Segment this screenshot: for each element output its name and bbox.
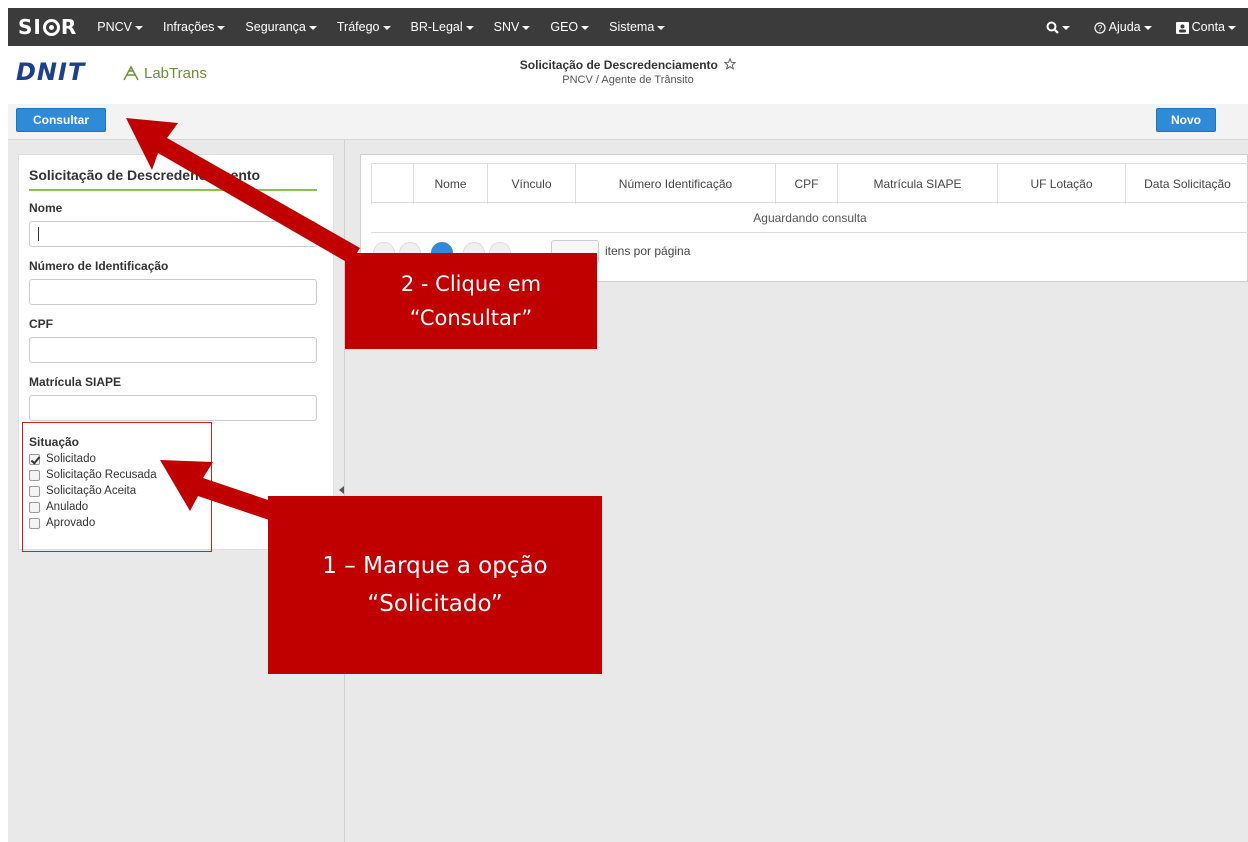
checkbox-label: Aprovado — [46, 517, 96, 529]
annotation-step-2: 2 - Clique em “Consultar” — [345, 253, 597, 349]
grid-empty-message: Aguardando consulta — [371, 203, 1248, 233]
search-icon — [1046, 21, 1059, 34]
caret-down-icon — [217, 25, 226, 30]
situacao-option-solicitacao-aceita[interactable]: Solicitação Aceita — [29, 484, 136, 498]
caret-down-icon — [135, 25, 143, 30]
checkbox-checked[interactable] — [29, 453, 40, 465]
menu-pncv[interactable]: PNCV — [87, 20, 153, 34]
annotation-step-1-line-2: “Solicitado” — [367, 591, 503, 617]
page-title-text: Solicitação de Descredenciamento — [519, 58, 718, 72]
menu-label: GEO — [550, 20, 579, 34]
nome-label: Nome — [29, 201, 63, 215]
checkbox-label: Solicitação Aceita — [46, 485, 137, 497]
logo-o-icon — [42, 18, 60, 36]
situacao-option-solicitacao-recusada[interactable]: Solicitação Recusada — [29, 468, 157, 482]
help-menu[interactable]: ? Ajuda — [1082, 20, 1164, 34]
menu-label: Tráfego — [336, 20, 380, 34]
annotation-step-1-line-1: 1 – Marque a opção — [322, 553, 548, 579]
page-title: Solicitação de Descredenciamento — [8, 57, 1248, 72]
checkbox-label: Anulado — [46, 501, 89, 513]
column-header-data-solicitacao[interactable]: Data Solicitação — [1125, 164, 1248, 204]
menu-label: PNCV — [97, 20, 132, 34]
caret-down-icon — [1061, 25, 1070, 30]
column-header-uf-lotacao[interactable]: UF Lotação — [997, 164, 1125, 204]
grid-select-column — [371, 164, 413, 204]
caret-down-icon — [522, 25, 531, 30]
menu-label: Infrações — [163, 20, 215, 34]
search-menu[interactable] — [1034, 20, 1082, 34]
annotation-step-2-line-1: 2 - Clique em — [400, 272, 542, 296]
checkbox[interactable] — [29, 485, 40, 497]
top-navbar: SIR PNCV Infrações Segurança Tráfego BR-… — [8, 8, 1248, 46]
menu-label: SNV — [493, 20, 520, 34]
caret-down-icon — [657, 25, 666, 30]
menu-label: BR-Legal — [410, 20, 463, 34]
caret-down-icon — [382, 25, 391, 30]
caret-down-icon — [581, 25, 590, 30]
page-header: DNIT LabTrans Solicitação de Descredenci… — [8, 46, 1248, 104]
checkbox-label: Solicitado — [46, 453, 96, 465]
app-frame: SIR PNCV Infrações Segurança Tráfego BR-… — [8, 8, 1248, 842]
menu-label: Sistema — [609, 20, 655, 34]
column-header-matricula-siape[interactable]: Matrícula SIAPE — [837, 164, 997, 204]
menu-br-legal[interactable]: BR-Legal — [401, 20, 484, 34]
panel-splitter[interactable] — [344, 140, 345, 842]
menu-snv[interactable]: SNV — [484, 20, 541, 34]
menu-infracoes[interactable]: Infrações — [153, 20, 235, 34]
grid-header-row: Nome Vínculo Número Identificação CPF Ma… — [371, 163, 1248, 204]
caret-down-icon — [1228, 25, 1236, 30]
situacao-option-aprovado[interactable]: Aprovado — [29, 516, 95, 530]
star-icon[interactable] — [723, 57, 737, 70]
nav-right-group: ? Ajuda Conta — [1034, 8, 1248, 46]
checkbox[interactable] — [29, 517, 40, 529]
collapse-arrow-icon[interactable] — [339, 486, 344, 494]
situacao-label: Situação — [29, 435, 80, 449]
situacao-option-anulado[interactable]: Anulado — [29, 500, 88, 514]
cpf-input[interactable] — [29, 337, 317, 363]
menu-sistema[interactable]: Sistema — [599, 20, 675, 34]
annotation-step-2-line-2: “Consultar” — [409, 306, 533, 330]
checkbox-label: Solicitação Recusada — [46, 469, 157, 481]
menu-seguranca[interactable]: Segurança — [235, 20, 326, 34]
numero-identificacao-label: Número de Identificação — [29, 259, 169, 273]
column-header-numero-identificacao[interactable]: Número Identificação — [575, 164, 775, 204]
help-label: Ajuda — [1108, 20, 1141, 34]
column-header-nome[interactable]: Nome — [413, 164, 487, 204]
breadcrumb: PNCV / Agente de Trânsito — [562, 74, 694, 86]
filter-panel: Solicitação de Descredenciamento Nome Nú… — [18, 154, 334, 552]
consultar-button[interactable]: Consultar — [16, 108, 106, 132]
filter-panel-title: Solicitação de Descredenciamento — [29, 167, 317, 191]
column-header-vinculo[interactable]: Vínculo — [487, 164, 575, 204]
column-header-cpf[interactable]: CPF — [775, 164, 837, 204]
caret-down-icon — [1143, 25, 1152, 30]
menu-geo[interactable]: GEO — [540, 20, 599, 34]
numero-identificacao-input[interactable] — [29, 279, 317, 305]
caret-down-icon — [465, 25, 474, 30]
page-size-label: itens por página — [605, 244, 691, 258]
matricula-siape-input[interactable] — [29, 395, 317, 421]
help-circle-icon: ? — [1094, 22, 1106, 34]
annotation-step-1: 1 – Marque a opção “Solicitado” — [268, 496, 602, 674]
checkbox[interactable] — [29, 469, 40, 481]
svg-text:?: ? — [1097, 24, 1102, 33]
situacao-option-solicitado[interactable]: Solicitado — [29, 452, 96, 466]
caret-down-icon — [308, 25, 317, 30]
checkbox[interactable] — [29, 501, 40, 513]
menu-trafego[interactable]: Tráfego — [327, 20, 401, 34]
account-menu[interactable]: Conta — [1164, 20, 1248, 34]
account-label: Conta — [1191, 20, 1225, 34]
matricula-siape-label: Matrícula SIAPE — [29, 375, 122, 389]
menu-label: Segurança — [245, 20, 306, 34]
toolbar: Consultar Novo — [8, 104, 1248, 140]
brand-logo[interactable]: SIR — [8, 15, 87, 39]
cpf-label: CPF — [29, 317, 53, 331]
novo-button[interactable]: Novo — [1156, 108, 1216, 132]
user-card-icon — [1175, 21, 1189, 34]
nome-input[interactable] — [29, 221, 317, 247]
